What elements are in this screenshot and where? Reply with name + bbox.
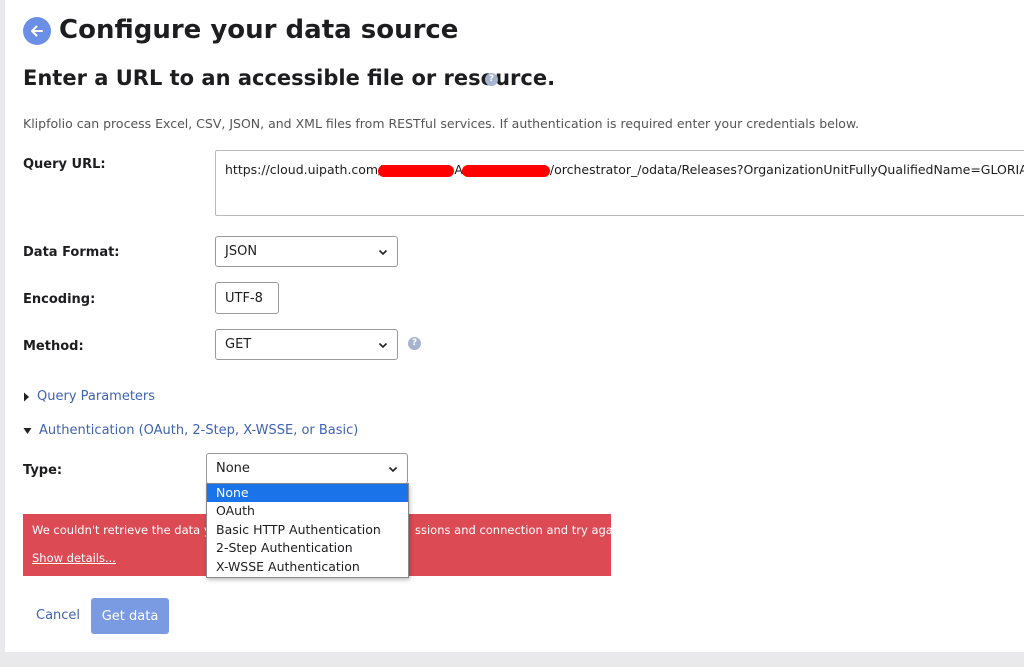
back-button[interactable]	[23, 17, 51, 45]
dropdown-option-2-step[interactable]: 2-Step Authentication	[207, 539, 408, 557]
data-format-select[interactable]: JSON	[215, 236, 398, 267]
query-parameters-label: Query Parameters	[37, 389, 156, 404]
auth-type-dropdown: None OAuth Basic HTTP Authentication 2-S…	[206, 483, 409, 578]
method-select[interactable]: GET	[215, 329, 398, 360]
authentication-toggle[interactable]: Authentication (OAuth, 2-Step, X-WSSE, o…	[23, 423, 358, 438]
chevron-down-icon	[378, 249, 388, 255]
dropdown-option-none[interactable]: None	[207, 484, 408, 503]
query-url-text-start: https://cloud.uipath.com/	[225, 162, 383, 177]
subtitle-text: Enter a URL to an accessible file or res…	[23, 66, 556, 90]
caret-right-icon	[24, 392, 29, 401]
show-details-link[interactable]: Show details...	[32, 551, 116, 565]
section-subtitle: Enter a URL to an accessible file or res…	[23, 64, 555, 92]
query-url-text-end: /orchestrator_/odata/Releases?Organizati…	[549, 162, 1024, 177]
help-icon[interactable]: ?	[408, 337, 421, 350]
data-format-label: Data Format:	[23, 245, 120, 260]
redaction-mark	[461, 164, 550, 177]
chevron-down-icon	[378, 342, 388, 348]
caret-down-icon	[23, 427, 32, 434]
error-message-end: ssions and connection and try again.	[415, 523, 627, 537]
description-text: Klipfolio can process Excel, CSV, JSON, …	[23, 116, 859, 131]
help-icon[interactable]: ?	[485, 73, 498, 86]
query-url-input[interactable]: https://cloud.uipath.com/A/orchestrator_…	[215, 150, 1024, 216]
dropdown-option-x-wsse[interactable]: X-WSSE Authentication	[207, 558, 408, 576]
chevron-down-icon	[388, 466, 398, 472]
method-label: Method:	[23, 339, 84, 354]
dropdown-option-oauth[interactable]: OAuth	[207, 502, 408, 520]
dropdown-option-basic-http[interactable]: Basic HTTP Authentication	[207, 521, 408, 539]
query-url-label: Query URL:	[23, 157, 106, 172]
method-value: GET	[225, 337, 252, 352]
error-message-start: We couldn't retrieve the data you	[32, 523, 225, 537]
encoding-input[interactable]: UTF-8	[215, 282, 279, 314]
auth-type-label: Type:	[23, 463, 63, 478]
query-parameters-toggle[interactable]: Query Parameters	[23, 389, 155, 404]
get-data-button[interactable]: Get data	[91, 598, 169, 634]
auth-type-value: None	[216, 461, 250, 476]
data-format-value: JSON	[225, 244, 258, 259]
redaction-mark	[378, 164, 455, 177]
encoding-label: Encoding:	[23, 292, 96, 307]
encoding-value: UTF-8	[225, 290, 263, 306]
auth-type-select[interactable]: None	[206, 453, 408, 484]
data-source-panel: Configure your data source Enter a URL t…	[5, 0, 1024, 652]
page-title: Configure your data source	[59, 15, 459, 45]
authentication-label: Authentication (OAuth, 2-Step, X-WSSE, o…	[39, 423, 359, 438]
arrow-left-icon	[31, 25, 43, 37]
cancel-button[interactable]: Cancel	[36, 608, 80, 623]
